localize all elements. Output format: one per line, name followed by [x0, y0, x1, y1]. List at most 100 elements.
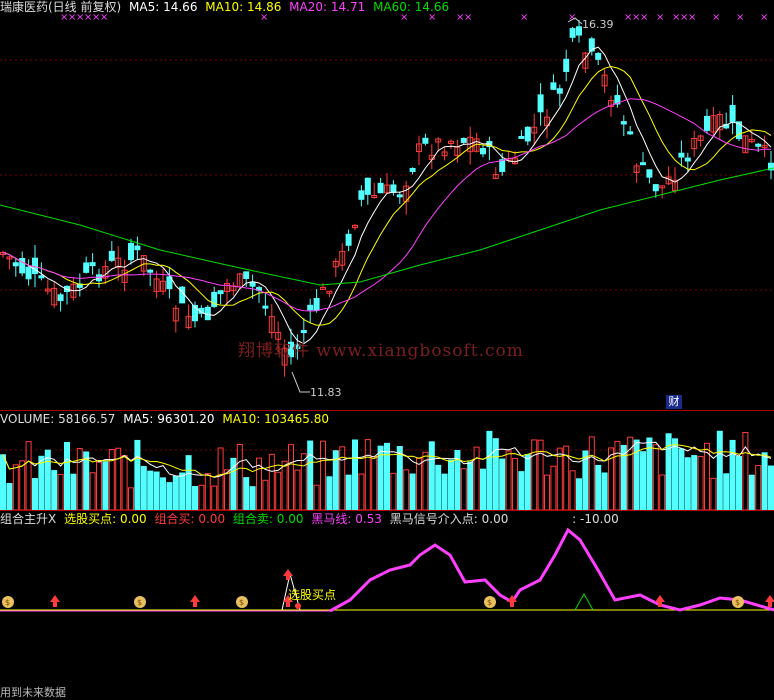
- volume-bar: [243, 477, 250, 510]
- volume-bar: [576, 478, 582, 510]
- volume-bar: [166, 482, 173, 510]
- volume-bar: [601, 472, 608, 510]
- candle-body: [396, 194, 403, 198]
- buy-dot: [295, 603, 301, 609]
- dark-horse-value: 0.53: [355, 512, 382, 526]
- candle-body: [128, 242, 134, 261]
- up-arrow-icon: [765, 595, 774, 607]
- ma60-value: 14.66: [414, 0, 450, 14]
- dark-horse-signal-label: 黑马信号介入点:: [389, 512, 478, 526]
- volume-bar: [300, 453, 307, 510]
- candle-body: [345, 233, 352, 246]
- volume-bar: [716, 430, 723, 510]
- candle-body: [563, 58, 570, 72]
- volume-bar: [38, 455, 45, 510]
- volume-bar: [224, 469, 230, 510]
- volume-bar: [505, 450, 512, 510]
- low-pointer: [291, 371, 310, 393]
- candle-body: [524, 126, 531, 142]
- volume-bar: [588, 436, 595, 510]
- ma20-value: 14.71: [330, 0, 366, 14]
- volume-legend: VOLUME: 58166.57 MA5: 96301.20 MA10: 103…: [0, 412, 333, 426]
- volume-label: VOLUME:: [0, 412, 55, 426]
- signal-x-marker: ×: [656, 12, 664, 23]
- candle-body: [38, 275, 45, 279]
- candle-body: [678, 152, 685, 158]
- volume-bar: [102, 461, 109, 510]
- candle-body: [377, 182, 384, 194]
- candle-body: [313, 298, 320, 311]
- volume-bar: [704, 442, 710, 510]
- volume-bar: [76, 448, 83, 510]
- candle-body: [300, 330, 307, 334]
- volume-bar: [307, 440, 314, 510]
- volume-bar: [32, 478, 38, 510]
- volume-bar: [448, 459, 454, 510]
- signal-x-marker: ×: [760, 12, 768, 23]
- volume-bar: [697, 456, 704, 510]
- volume-bar: [275, 471, 282, 510]
- volume-bar: [262, 479, 269, 510]
- candle-body: [729, 104, 736, 123]
- finance-badge[interactable]: 财: [666, 395, 682, 409]
- candle-body: [57, 294, 64, 302]
- dark-horse-signal-value: 0.00: [481, 512, 509, 526]
- indicator-panel[interactable]: 组合主升X 选股买点: 0.00 组合买: 0.00 组合卖: 0.00 黑马线…: [0, 510, 774, 680]
- price-legend: 瑞康医药(日线 前复权) MA5: 14.66 MA10: 14.86 MA20…: [0, 0, 453, 14]
- volume-bar: [544, 474, 550, 510]
- volume-bar: [768, 465, 774, 510]
- candle-body: [262, 305, 269, 309]
- volume-bar: [390, 472, 397, 510]
- volume-bar: [83, 451, 90, 510]
- candle-body: [422, 137, 429, 144]
- volume-bar: [640, 451, 646, 510]
- vol-ma10-label: MA10:: [222, 412, 261, 426]
- indicator-chart: $ $ $ $ $: [0, 527, 774, 613]
- volume-bar: [499, 458, 506, 510]
- money-bag-symbol: $: [137, 598, 142, 607]
- up-arrow-icon: [50, 595, 60, 607]
- volume-panel[interactable]: VOLUME: 58166.57 MA5: 96301.20 MA10: 103…: [0, 410, 774, 510]
- vol-ma10-value: 103465.80: [264, 412, 329, 426]
- volume-bar: [70, 473, 77, 510]
- volume-bar: [614, 440, 621, 510]
- volume-bar: [204, 473, 211, 510]
- volume-bar: [134, 439, 141, 510]
- volume-bar: [64, 442, 70, 510]
- volume-bar: [428, 441, 435, 510]
- volume-bar: [486, 430, 493, 510]
- candle-body: [640, 162, 646, 166]
- volume-bar: [595, 464, 602, 510]
- volume-bar: [25, 441, 32, 510]
- volume-bar: [236, 444, 243, 510]
- candle-body: [480, 148, 486, 155]
- money-bag-symbol: $: [735, 598, 740, 607]
- volume-bar: [467, 461, 474, 510]
- ma5-label: MA5:: [129, 0, 160, 14]
- candle-body: [704, 115, 710, 131]
- signal-x-marker: ×: [640, 12, 648, 23]
- volume-bar: [723, 473, 730, 510]
- volume-bar: [147, 470, 154, 510]
- volume-bar: [672, 438, 678, 510]
- candle-body: [646, 169, 653, 178]
- combo-sell-label: 组合卖:: [232, 512, 273, 526]
- volume-bar: [320, 440, 326, 510]
- candle-body: [12, 262, 19, 267]
- volume-bar: [352, 439, 358, 510]
- volume-bar: [211, 485, 218, 510]
- vol-ma5-label: MA5:: [123, 412, 154, 426]
- candle-body: [518, 135, 525, 139]
- money-bag-symbol: $: [487, 598, 492, 607]
- buy-label: 选股买点:: [64, 512, 117, 526]
- volume-bar: [384, 442, 390, 510]
- volume-bar: [179, 472, 186, 510]
- candle-body: [179, 286, 186, 304]
- volume-bar: [153, 471, 160, 510]
- vol-ma5-value: 96301.20: [157, 412, 215, 426]
- price-chart-panel[interactable]: 瑞康医药(日线 前复权) MA5: 14.66 MA10: 14.86 MA20…: [0, 0, 774, 410]
- up-arrow-icon: [190, 595, 200, 607]
- signal-x-marker: ×: [520, 12, 528, 23]
- candle-body: [460, 137, 467, 143]
- volume-bar: [710, 477, 717, 510]
